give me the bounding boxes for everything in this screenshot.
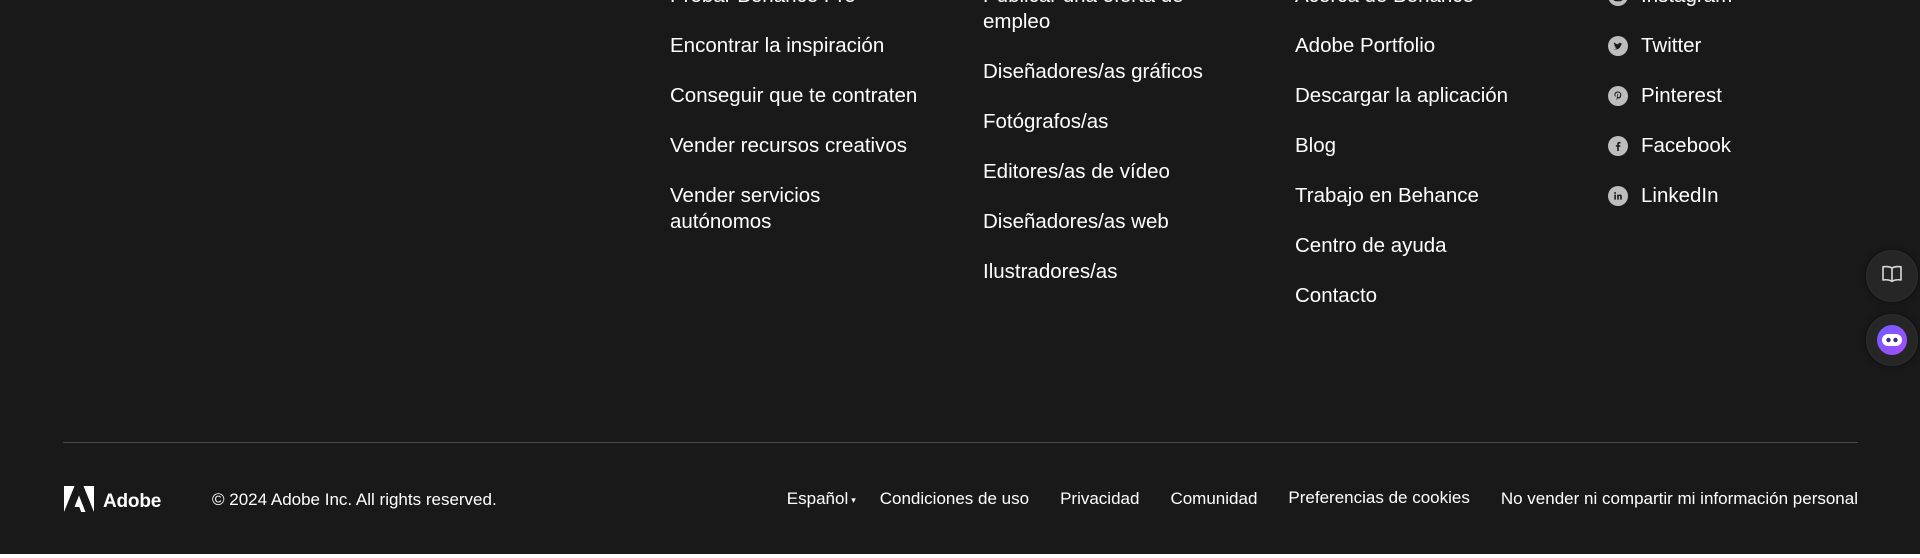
footer-column-behance-pro: Probar Behance Pro Encontrar la inspirac… xyxy=(670,0,920,259)
social-link-pinterest[interactable]: Pinterest xyxy=(1608,83,1858,109)
footer-link-sell-assets[interactable]: Vender recursos creativos xyxy=(670,133,920,159)
social-label: Instagram xyxy=(1641,0,1732,9)
footer-link-web-designers[interactable]: Diseñadores/as web xyxy=(983,209,1233,235)
social-label: Pinterest xyxy=(1641,84,1722,107)
footer-link-illustrators[interactable]: Ilustradores/as xyxy=(983,259,1233,285)
social-label: LinkedIn xyxy=(1641,184,1719,207)
footer-bottom-bar: Adobe © 2024 Adobe Inc. All rights reser… xyxy=(0,484,1920,514)
footer-link-get-hired[interactable]: Conseguir que te contraten xyxy=(670,83,920,109)
footer-link-try-pro[interactable]: Probar Behance Pro xyxy=(670,0,920,9)
footer-column-hire: Publicar una oferta de empleo Diseñadore… xyxy=(983,0,1233,309)
instagram-icon xyxy=(1608,0,1628,6)
footer-column-company: Acerca de Behance Adobe Portfolio Descar… xyxy=(1295,0,1585,333)
footer-link-help-center[interactable]: Centro de ayuda xyxy=(1295,233,1585,259)
footer-link-graphic-designers[interactable]: Diseñadores/as gráficos xyxy=(983,59,1233,85)
footer-link-photographers[interactable]: Fotógrafos/as xyxy=(983,109,1233,135)
language-label: Español xyxy=(786,489,849,508)
footer-link-video-editors[interactable]: Editores/as de vídeo xyxy=(983,159,1233,185)
footer-link-post-job[interactable]: Publicar una oferta de empleo xyxy=(983,0,1233,35)
site-footer: Probar Behance Pro Encontrar la inspirac… xyxy=(0,0,1920,554)
assistant-button[interactable] xyxy=(1866,314,1918,366)
footer-link-careers[interactable]: Trabajo en Behance xyxy=(1295,183,1585,209)
footer-link-blog[interactable]: Blog xyxy=(1295,133,1585,159)
language-selector[interactable]: Español ▾ xyxy=(787,489,856,509)
book-icon xyxy=(1881,264,1903,289)
footer-divider xyxy=(63,442,1858,443)
adobe-wordmark: Adobe xyxy=(103,490,162,512)
copyright-text: © 2024 Adobe Inc. All rights reserved. xyxy=(212,490,497,509)
legal-link-privacy[interactable]: Privacidad xyxy=(1060,489,1139,509)
legal-link-terms[interactable]: Condiciones de uso xyxy=(880,489,1029,509)
footer-link-contact[interactable]: Contacto xyxy=(1295,283,1585,309)
social-link-linkedin[interactable]: LinkedIn xyxy=(1608,183,1858,209)
legal-link-cookie-preferences[interactable]: Preferencias de cookies xyxy=(1288,488,1469,508)
footer-link-about[interactable]: Acerca de Behance xyxy=(1295,0,1585,9)
caret-down-icon: ▾ xyxy=(851,495,856,505)
assistant-icon xyxy=(1877,325,1907,355)
adobe-logo-icon xyxy=(64,486,94,517)
legal-link-do-not-sell[interactable]: No vender ni compartir mi información pe… xyxy=(1501,489,1858,509)
legal-link-community[interactable]: Comunidad xyxy=(1170,489,1257,509)
legal-links: Español ▾ Condiciones de uso Privacidad … xyxy=(787,488,1858,509)
footer-column-social: Instagram Twitter Pinterest Facebook Lin… xyxy=(1608,0,1858,233)
social-label: Facebook xyxy=(1641,134,1732,157)
twitter-icon xyxy=(1608,36,1628,56)
social-link-facebook[interactable]: Facebook xyxy=(1608,133,1858,159)
social-link-instagram[interactable]: Instagram xyxy=(1608,0,1858,9)
footer-link-find-inspiration[interactable]: Encontrar la inspiración xyxy=(670,33,920,59)
pinterest-icon xyxy=(1608,86,1628,106)
footer-link-download-app[interactable]: Descargar la aplicación xyxy=(1295,83,1585,109)
footer-link-sell-freelance[interactable]: Vender servicios autónomos xyxy=(670,183,920,235)
linkedin-icon xyxy=(1608,186,1628,206)
book-button[interactable] xyxy=(1866,250,1918,302)
footer-link-adobe-portfolio[interactable]: Adobe Portfolio xyxy=(1295,33,1585,59)
social-link-twitter[interactable]: Twitter xyxy=(1608,33,1858,59)
adobe-logo[interactable]: Adobe xyxy=(64,486,161,517)
social-label: Twitter xyxy=(1641,34,1702,57)
facebook-icon xyxy=(1608,136,1628,156)
